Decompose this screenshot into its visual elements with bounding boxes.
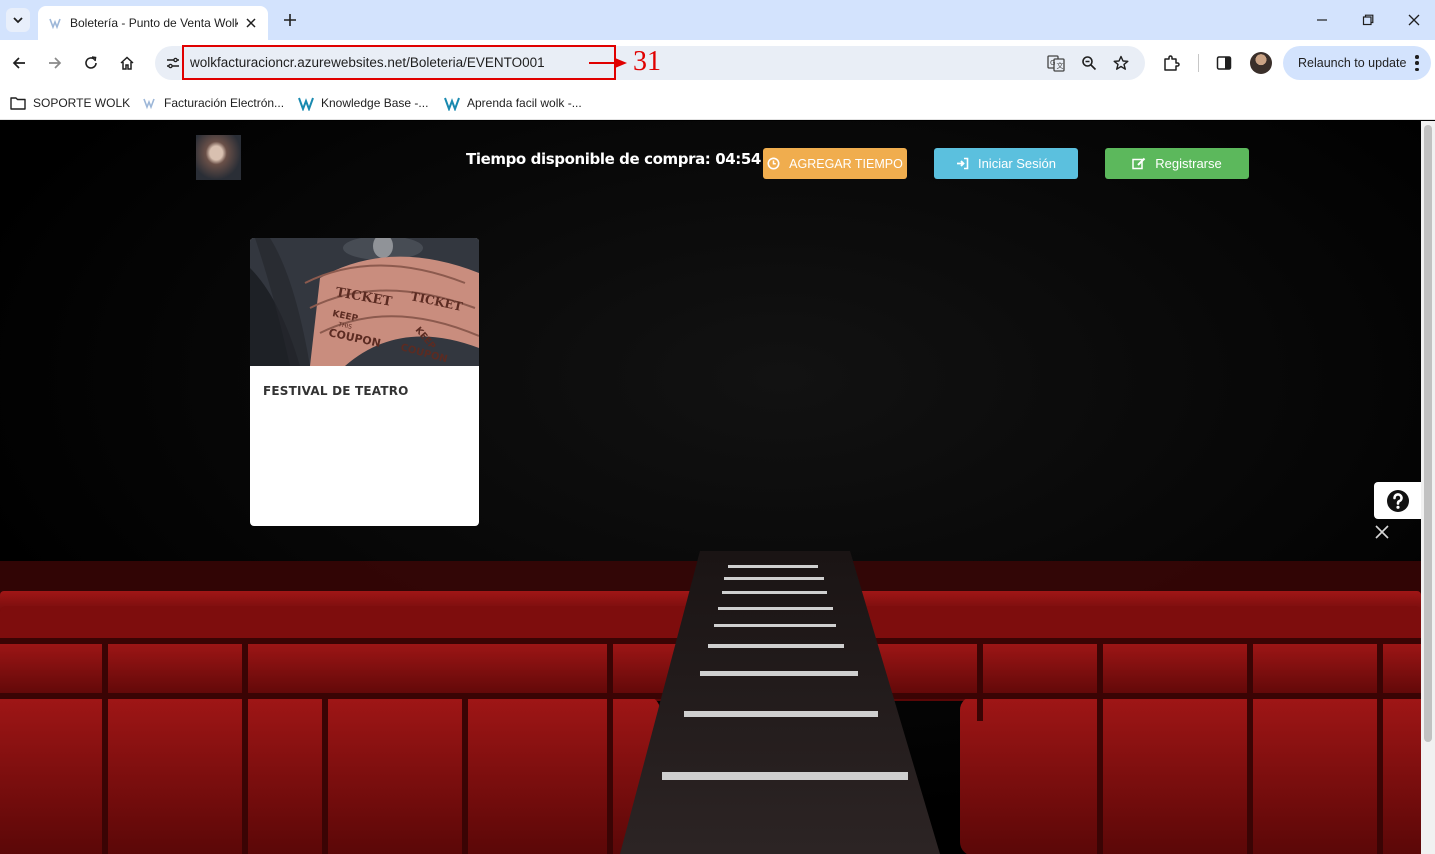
profile-avatar[interactable] — [1250, 52, 1272, 74]
translate-icon: G文 — [1047, 55, 1065, 72]
back-button[interactable] — [7, 51, 31, 75]
plus-icon — [284, 14, 296, 26]
annotation-arrow-icon — [589, 58, 627, 68]
wolk-favicon — [49, 18, 61, 30]
login-label: Iniciar Sesión — [977, 156, 1057, 171]
edit-icon — [1132, 157, 1146, 170]
sign-in-icon — [956, 157, 969, 170]
register-button[interactable]: Registrarse — [1105, 148, 1249, 179]
svg-text:文: 文 — [1057, 61, 1064, 70]
chevron-down-icon — [13, 17, 23, 24]
wolk-favicon — [141, 95, 157, 111]
zoom-icon — [1082, 56, 1097, 71]
reload-button[interactable] — [79, 51, 103, 75]
star-icon — [1113, 55, 1129, 70]
bookmark-star-button[interactable] — [1110, 52, 1132, 74]
relaunch-label: Relaunch to update — [1298, 56, 1407, 70]
close-icon — [1408, 14, 1420, 26]
close-help-icon[interactable] — [1374, 524, 1390, 540]
help-widget-button[interactable] — [1374, 482, 1421, 519]
event-title[interactable]: FESTIVAL DE TEATRO — [263, 384, 409, 398]
tab-search-button[interactable] — [6, 8, 30, 32]
home-icon — [120, 56, 134, 70]
theater-background-image — [0, 121, 1421, 854]
toolbar-divider — [1198, 54, 1199, 72]
puzzle-icon — [1164, 55, 1180, 71]
bookmarks-bar: SOPORTE WOLK Facturación Electrón... Kno… — [0, 86, 1435, 120]
register-label: Registrarse — [1155, 156, 1222, 171]
wolk-w-icon — [444, 95, 460, 111]
bookmark-soporte-wolk[interactable]: SOPORTE WOLK — [10, 92, 130, 114]
bookmark-aprenda-facil[interactable]: Aprenda facil wolk -... — [444, 92, 582, 114]
restore-icon — [1362, 14, 1374, 26]
bookmark-label: Facturación Electrón... — [164, 96, 285, 110]
more-menu-icon[interactable] — [1415, 55, 1419, 71]
arrow-right-icon — [49, 57, 62, 69]
browser-tab-active[interactable]: Boletería - Punto de Venta Wolk — [38, 6, 268, 40]
svg-text:G: G — [1050, 59, 1055, 67]
relaunch-button[interactable]: Relaunch to update — [1283, 46, 1431, 80]
page-scrollbar[interactable] — [1421, 121, 1435, 854]
browser-tab-strip: Boletería - Punto de Venta Wolk — [0, 0, 1435, 40]
home-button[interactable] — [115, 51, 139, 75]
event-image: TICKET TICKET KEEP THIS COUPON KEEP COUP… — [250, 238, 479, 366]
extensions-button[interactable] — [1159, 51, 1183, 75]
tune-icon — [167, 57, 179, 69]
clock-icon — [767, 157, 780, 170]
new-tab-button[interactable] — [279, 9, 301, 31]
add-time-label: AGREGAR TIEMPO — [789, 156, 903, 171]
bookmark-label: Knowledge Base -... — [321, 96, 429, 110]
ticket-rolls-image: TICKET TICKET KEEP THIS COUPON KEEP COUP… — [250, 238, 479, 366]
bookmark-knowledge-base[interactable]: Knowledge Base -... — [298, 92, 428, 114]
scrollbar-thumb[interactable] — [1424, 125, 1432, 742]
close-tab-icon[interactable] — [242, 14, 260, 32]
bookmark-facturacion[interactable]: Facturación Electrón... — [141, 92, 284, 114]
bookmark-label: SOPORTE WOLK — [33, 96, 131, 110]
event-card[interactable]: TICKET TICKET KEEP THIS COUPON KEEP COUP… — [250, 238, 479, 526]
side-panel-button[interactable] — [1212, 51, 1236, 75]
folder-icon — [10, 95, 26, 111]
add-time-button[interactable]: AGREGAR TIEMPO — [763, 148, 907, 179]
tab-title: Boletería - Punto de Venta Wolk — [70, 16, 238, 30]
web-page: Tiempo disponible de compra: 04:54 AGREG… — [0, 121, 1421, 854]
translate-button[interactable]: G文 — [1045, 52, 1067, 74]
forward-button[interactable] — [43, 51, 67, 75]
minimize-button[interactable] — [1310, 8, 1334, 32]
close-window-button[interactable] — [1402, 8, 1426, 32]
annotation-number: 31 — [633, 46, 661, 77]
annotation-highlight-box — [182, 45, 616, 80]
reload-icon — [85, 56, 97, 69]
arrow-left-icon — [12, 57, 25, 69]
bookmark-label: Aprenda facil wolk -... — [467, 96, 582, 110]
zoom-button[interactable] — [1078, 52, 1100, 74]
browser-toolbar: wolkfacturacioncr.azurewebsites.net/Bole… — [0, 40, 1435, 86]
site-logo[interactable] — [196, 135, 241, 180]
side-panel-icon — [1216, 56, 1232, 70]
minimize-icon — [1317, 19, 1327, 21]
purchase-timer: Tiempo disponible de compra: 04:54 — [466, 150, 761, 168]
question-circle-icon — [1386, 489, 1409, 512]
restore-button[interactable] — [1356, 8, 1380, 32]
wolk-w-icon — [298, 95, 314, 111]
login-button[interactable]: Iniciar Sesión — [934, 148, 1078, 179]
